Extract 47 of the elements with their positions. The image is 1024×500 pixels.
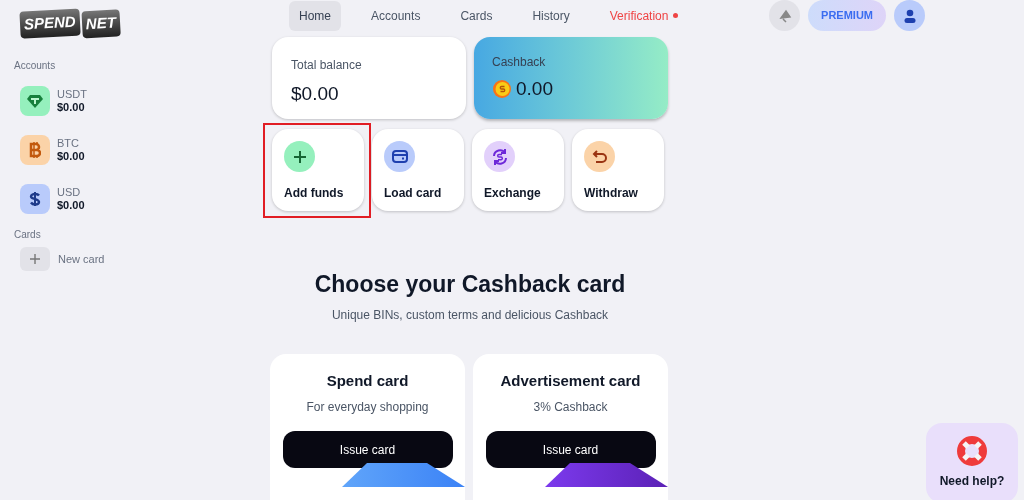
section-subtitle: Unique BINs, custom terms and delicious Cashback bbox=[330, 306, 610, 324]
diamond-icon bbox=[27, 93, 43, 108]
plus-icon bbox=[30, 254, 40, 264]
notification-button[interactable] bbox=[769, 0, 801, 31]
balance-value: $0.00 bbox=[291, 82, 340, 106]
undo-icon bbox=[591, 148, 608, 165]
account-item[interactable]: BTC $0.00 bbox=[14, 125, 236, 174]
section-heading: Choose your Cashback card bbox=[313, 270, 627, 299]
coin-icon bbox=[492, 79, 512, 100]
nav-link[interactable]: Cards bbox=[450, 0, 503, 31]
plus-icon bbox=[292, 149, 307, 164]
cashback-value: 0.00 bbox=[516, 77, 553, 101]
account-balance: $0.00 bbox=[57, 100, 86, 114]
nav-link[interactable]: Home bbox=[289, 0, 341, 31]
issue-card-button[interactable]: Issue card bbox=[485, 431, 656, 468]
account-item[interactable]: USDT $0.00 bbox=[14, 76, 236, 125]
action-button[interactable]: Add funds bbox=[272, 129, 364, 211]
profile-button[interactable] bbox=[894, 0, 925, 31]
section-title: Accounts bbox=[14, 59, 57, 73]
account-item[interactable]: USD $0.00 bbox=[14, 174, 236, 223]
nav-link[interactable]: History bbox=[522, 0, 580, 31]
account-balance: $0.00 bbox=[57, 149, 85, 163]
account-name: USDT bbox=[57, 87, 87, 101]
account-name: BTC bbox=[57, 136, 80, 150]
balance-label: Total balance bbox=[291, 57, 363, 74]
card-title: Spend card bbox=[326, 370, 409, 391]
card-title: Advertisement card bbox=[500, 370, 641, 391]
section-title: Cards bbox=[14, 228, 42, 242]
action-button[interactable]: Exchange bbox=[472, 129, 564, 211]
cashback-label: Cashback bbox=[492, 54, 547, 71]
card-icon bbox=[391, 150, 408, 163]
card-subtitle: For everyday shopping bbox=[306, 399, 429, 416]
new-card-item[interactable]: New card bbox=[14, 247, 236, 271]
dollar-icon bbox=[29, 190, 41, 207]
bitcoin-icon bbox=[29, 141, 41, 158]
user-icon bbox=[903, 8, 916, 23]
logo[interactable]: SPEND NET bbox=[19, 3, 121, 42]
exchange-icon bbox=[490, 147, 509, 166]
action-button[interactable]: Load card bbox=[372, 129, 464, 211]
lifebuoy-icon bbox=[957, 436, 987, 466]
account-name: USD bbox=[57, 185, 82, 199]
action-button[interactable]: Withdraw bbox=[572, 129, 664, 211]
help-button[interactable]: Need help? bbox=[926, 423, 1018, 500]
issue-card-button[interactable]: Issue card bbox=[282, 431, 453, 468]
account-balance: $0.00 bbox=[57, 198, 85, 212]
card-subtitle: 3% Cashback bbox=[533, 399, 608, 416]
nav-link[interactable]: Accounts bbox=[361, 0, 431, 31]
